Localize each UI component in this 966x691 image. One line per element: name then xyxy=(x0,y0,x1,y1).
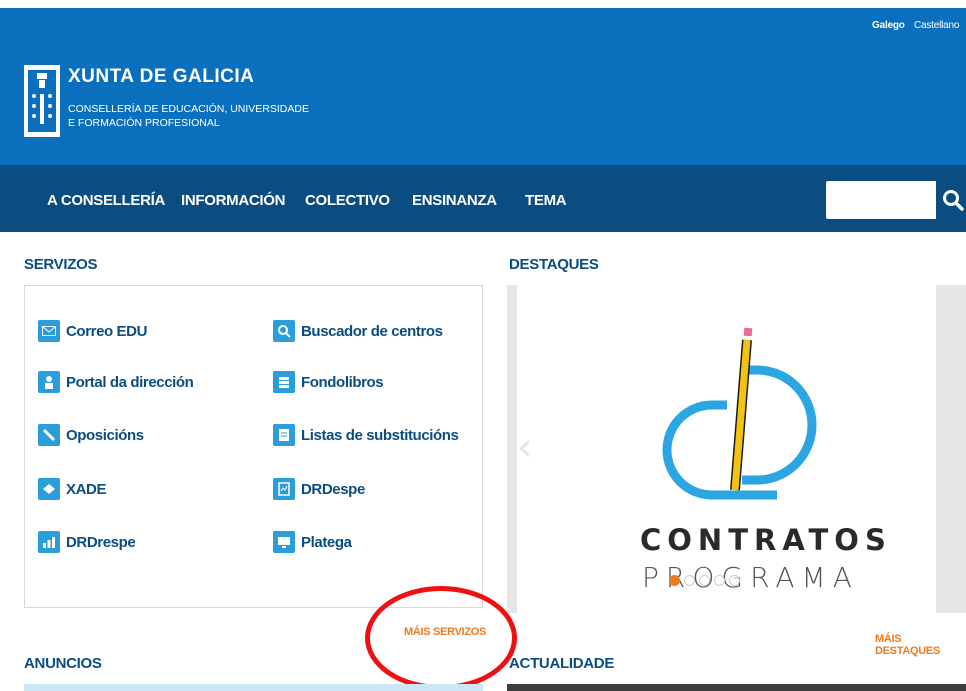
chart-icon xyxy=(38,531,60,553)
xade-icon xyxy=(38,478,60,500)
carousel-dot[interactable] xyxy=(714,575,725,586)
service-drdrespe[interactable]: DRDrespe xyxy=(38,531,136,553)
service-label: DRDespe xyxy=(301,480,365,498)
service-buscador-centros[interactable]: Buscador de centros xyxy=(273,320,443,342)
carousel-next-icon[interactable]: › xyxy=(937,425,952,469)
search-input[interactable] xyxy=(826,181,936,219)
service-label: Oposicións xyxy=(66,426,144,444)
monitor-icon xyxy=(273,531,295,553)
service-listas-substitucions[interactable]: Listas de substitucións xyxy=(273,424,459,446)
mais-destaques-link[interactable]: MÁIS DESTAQUES xyxy=(875,633,966,657)
destaques-title: DESTAQUES xyxy=(509,256,599,273)
nav-item-ensinanza[interactable]: ENSINANZA xyxy=(412,192,497,209)
nav-item-tema[interactable]: TEMA xyxy=(525,192,567,209)
destaques-carousel[interactable]: ‹ › CONTRATOS PROGRAMA xyxy=(507,285,966,613)
service-drdespe[interactable]: DRDespe xyxy=(273,478,365,500)
service-label: Correo EDU xyxy=(66,322,148,340)
carousel-dot[interactable] xyxy=(684,575,695,586)
service-label: Listas de substitucións xyxy=(301,426,459,444)
actualidade-content-strip xyxy=(507,684,966,691)
service-xade[interactable]: XADE xyxy=(38,478,106,500)
service-correo-edu[interactable]: Correo EDU xyxy=(38,320,147,342)
service-label: Fondolibros xyxy=(301,373,384,391)
books-icon xyxy=(273,371,295,393)
list-icon xyxy=(273,424,295,446)
service-fondolibros[interactable]: Fondolibros xyxy=(273,371,384,393)
service-oposicions[interactable]: Oposicións xyxy=(38,424,144,446)
service-label: Plategа xyxy=(301,533,352,551)
carousel-dot[interactable] xyxy=(669,575,680,586)
service-label: Buscador de centros xyxy=(301,322,443,340)
nav-item-informacion[interactable]: INFORMACIÓN xyxy=(181,192,286,209)
language-castellano-link[interactable]: Castellano xyxy=(914,20,959,31)
brand-title[interactable]: XUNTA DE GALICIA xyxy=(68,66,254,88)
service-label: XADE xyxy=(66,480,107,498)
search-icon[interactable] xyxy=(941,188,965,212)
carousel-left-edge xyxy=(507,285,517,613)
carousel-pagination xyxy=(669,575,740,586)
slide-title: CONTRATOS xyxy=(640,523,892,557)
service-portal-direccion[interactable]: Portal da dirección xyxy=(38,371,194,393)
anuncios-title: ANUNCIOS xyxy=(24,655,102,672)
contratos-programa-logo-icon xyxy=(662,327,817,500)
top-strip xyxy=(0,0,966,8)
mail-icon xyxy=(38,320,60,342)
document-icon xyxy=(273,478,295,500)
language-galego-link[interactable]: Galego xyxy=(872,20,905,31)
brand-subtitle-line2: E FORMACIÓN PROFESIONAL xyxy=(68,117,220,129)
pencil-icon xyxy=(38,424,60,446)
service-label: Portal da dirección xyxy=(66,373,194,391)
carousel-dot[interactable] xyxy=(729,575,740,586)
actualidade-title: ACTUALIDADE xyxy=(509,655,615,672)
carousel-prev-icon[interactable]: ‹ xyxy=(517,425,532,469)
carousel-dot[interactable] xyxy=(699,575,710,586)
servizos-title: SERVIZOS xyxy=(24,256,98,273)
highlight-circle-annotation xyxy=(365,586,517,690)
service-plategа[interactable]: Plategа xyxy=(273,531,352,553)
magnifier-icon xyxy=(273,320,295,342)
person-icon xyxy=(38,371,60,393)
nav-item-conselleria[interactable]: A CONSELLERÍA xyxy=(47,192,165,209)
anuncios-content-strip xyxy=(24,684,483,691)
galicia-coat-of-arms-icon[interactable] xyxy=(24,65,60,137)
service-label: DRDrespe xyxy=(66,533,136,551)
nav-item-colectivo[interactable]: COLECTIVO xyxy=(305,192,390,209)
brand-subtitle-line1: CONSELLERÍA DE EDUCACIÓN, UNIVERSIDADE xyxy=(68,103,309,115)
